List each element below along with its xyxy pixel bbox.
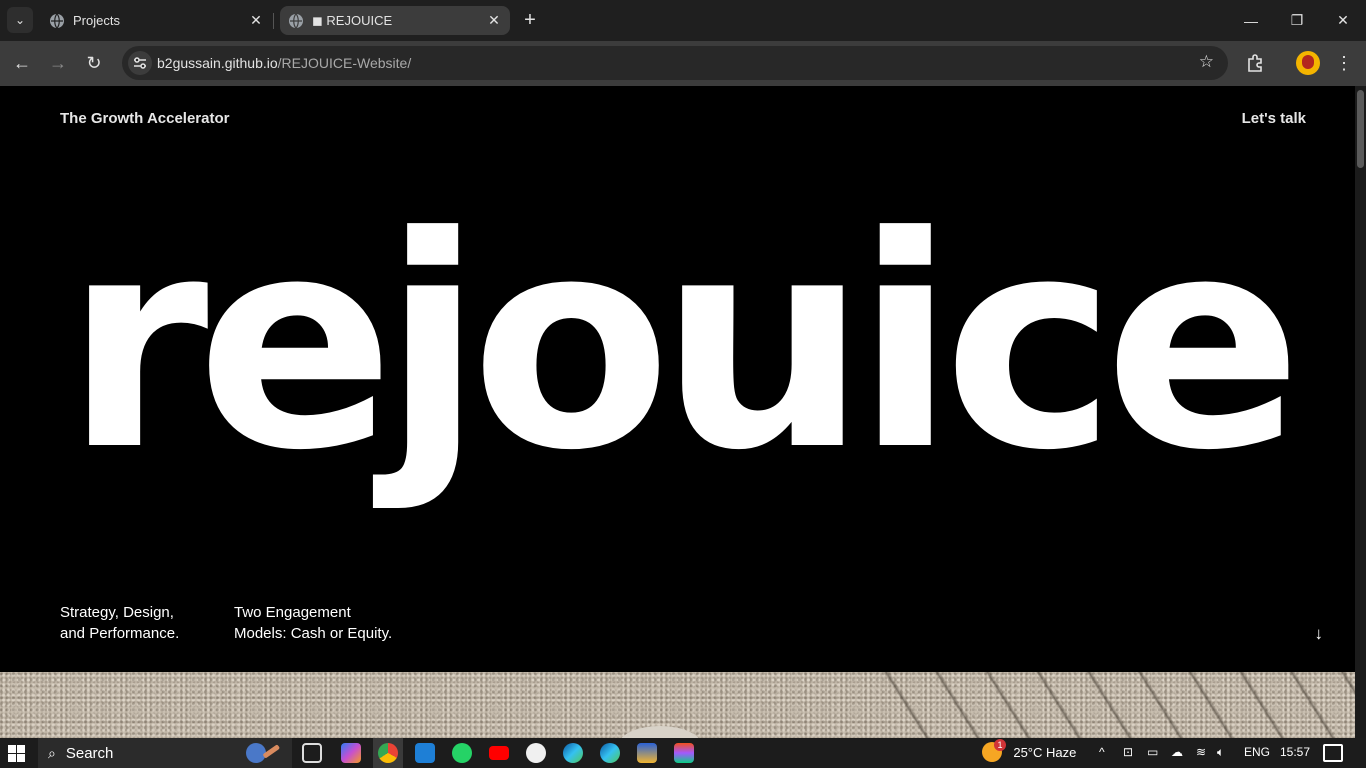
figma-icon[interactable] bbox=[674, 743, 694, 763]
arrow-left-icon: ← bbox=[13, 52, 31, 73]
restore-button[interactable]: ❐ bbox=[1274, 0, 1320, 41]
services-line-2: and Performance. bbox=[60, 625, 180, 642]
task-view-icon[interactable] bbox=[302, 743, 322, 763]
scroll-down-arrow-icon[interactable]: ↓ bbox=[1315, 624, 1324, 644]
search-icon: ⌕ bbox=[48, 744, 56, 761]
youtube-icon[interactable] bbox=[489, 746, 509, 760]
tab-search-button[interactable]: ⌄ bbox=[7, 7, 33, 33]
medal-app-icon[interactable] bbox=[637, 743, 657, 763]
arrow-right-icon: → bbox=[49, 52, 67, 73]
tab-projects[interactable]: Projects ✕ bbox=[41, 6, 272, 35]
more-vert-icon: ⋮ bbox=[1335, 52, 1353, 73]
services-line-1: Strategy, Design, bbox=[60, 604, 174, 621]
browser-menu-button[interactable]: ⋮ bbox=[1334, 50, 1354, 76]
tab-rejouice[interactable]: ◼ REJOUICE ✕ bbox=[280, 6, 510, 35]
globe-icon bbox=[289, 13, 303, 28]
tab-title-text: REJOUICE bbox=[326, 12, 393, 28]
square-icon: ◼ bbox=[312, 12, 327, 28]
taskbar-search-label: Search bbox=[65, 744, 114, 762]
tab-divider bbox=[273, 13, 274, 29]
services-text: Strategy, Design, and Performance. bbox=[60, 602, 210, 644]
notifications-icon[interactable] bbox=[1323, 744, 1343, 762]
site-tagline[interactable]: The Growth Accelerator bbox=[60, 110, 229, 127]
url-path: /REJOUICE-Website/ bbox=[277, 55, 412, 71]
puzzle-icon bbox=[1248, 54, 1262, 72]
meet-now-icon[interactable]: ⊡ bbox=[1123, 745, 1133, 759]
tune-icon bbox=[134, 57, 146, 69]
volume-icon[interactable]: 🔈︎ bbox=[1217, 745, 1224, 760]
browser-toolbar: ← → ↻ b2gussain.github.io/REJOUICE-Websi… bbox=[0, 41, 1366, 86]
extensions-button[interactable] bbox=[1242, 50, 1268, 76]
url-host: b2gussain.github.io bbox=[157, 55, 278, 71]
edge-icon[interactable] bbox=[563, 743, 583, 763]
hero-wordmark: rejouice bbox=[64, 174, 1303, 514]
battery-icon[interactable]: ▭ bbox=[1147, 745, 1158, 759]
search-highlight-icon bbox=[246, 743, 280, 763]
chrome-icon[interactable] bbox=[378, 743, 398, 763]
edge-dev-icon[interactable] bbox=[600, 743, 620, 763]
close-tab-icon[interactable]: ✕ bbox=[484, 11, 504, 31]
engagement-line-1: Two Engagement bbox=[234, 604, 351, 621]
stone-shape bbox=[618, 726, 702, 738]
chevron-down-icon: ⌄ bbox=[14, 13, 26, 27]
engagement-line-2: Models: Cash or Equity. bbox=[234, 625, 393, 642]
clock[interactable]: 15:57 bbox=[1280, 745, 1310, 759]
new-tab-button[interactable]: + bbox=[518, 8, 542, 32]
tab-strip: ⌄ Projects ✕ ◼ REJOUICE ✕ + — ❐ ✕ bbox=[0, 0, 1366, 41]
forward-button[interactable]: → bbox=[44, 49, 72, 77]
profile-avatar[interactable] bbox=[1296, 51, 1320, 75]
language-indicator[interactable]: ENG bbox=[1244, 745, 1270, 759]
close-window-button[interactable]: ✕ bbox=[1320, 0, 1366, 41]
hero-video-sand-texture bbox=[0, 672, 1355, 738]
site-info-button[interactable] bbox=[128, 51, 152, 75]
copilot-icon[interactable] bbox=[341, 743, 361, 763]
windows-taskbar: ⌕ Search 1 25°C Haze ^ ⊡ ▭ ☁ ≋ 🔈︎ ENG 15… bbox=[0, 738, 1366, 768]
back-button[interactable]: ← bbox=[8, 49, 36, 77]
bookmark-star-icon[interactable]: ☆ bbox=[1199, 52, 1214, 72]
webpage: The Growth Accelerator Let's talk rejoui… bbox=[0, 86, 1355, 738]
weather-widget[interactable]: 1 25°C Haze bbox=[982, 739, 1077, 762]
wifi-icon[interactable]: ≋ bbox=[1196, 745, 1206, 759]
show-hidden-icons[interactable]: ^ bbox=[1099, 745, 1105, 759]
tab-title: Projects bbox=[73, 13, 120, 28]
weather-alert-badge: 1 bbox=[994, 739, 1006, 751]
vscode-icon[interactable] bbox=[415, 743, 435, 763]
close-tab-icon[interactable]: ✕ bbox=[246, 11, 266, 31]
scrollbar-thumb[interactable] bbox=[1357, 90, 1364, 168]
onedrive-icon[interactable]: ☁ bbox=[1171, 745, 1183, 759]
engagement-text: Two Engagement Models: Cash or Equity. bbox=[234, 602, 409, 644]
reload-icon: ↻ bbox=[86, 52, 102, 73]
tab-title: ◼ REJOUICE bbox=[312, 13, 484, 29]
minimize-button[interactable]: — bbox=[1228, 0, 1274, 41]
address-bar[interactable]: b2gussain.github.io/REJOUICE-Website/ ☆ bbox=[122, 46, 1228, 80]
lets-talk-link[interactable]: Let's talk bbox=[1242, 110, 1306, 127]
windows-start-icon[interactable] bbox=[8, 745, 25, 762]
url-text[interactable]: b2gussain.github.io/REJOUICE-Website/ bbox=[157, 55, 411, 71]
whatsapp-icon[interactable] bbox=[452, 743, 472, 763]
weather-sun-icon: 1 bbox=[982, 739, 1006, 762]
taskbar-search[interactable]: ⌕ Search bbox=[38, 738, 292, 768]
reload-button[interactable]: ↻ bbox=[80, 49, 108, 77]
weather-text: 25°C Haze bbox=[1013, 744, 1077, 760]
github-icon[interactable] bbox=[526, 743, 546, 763]
page-scrollbar[interactable] bbox=[1355, 86, 1366, 738]
globe-icon bbox=[50, 13, 64, 28]
